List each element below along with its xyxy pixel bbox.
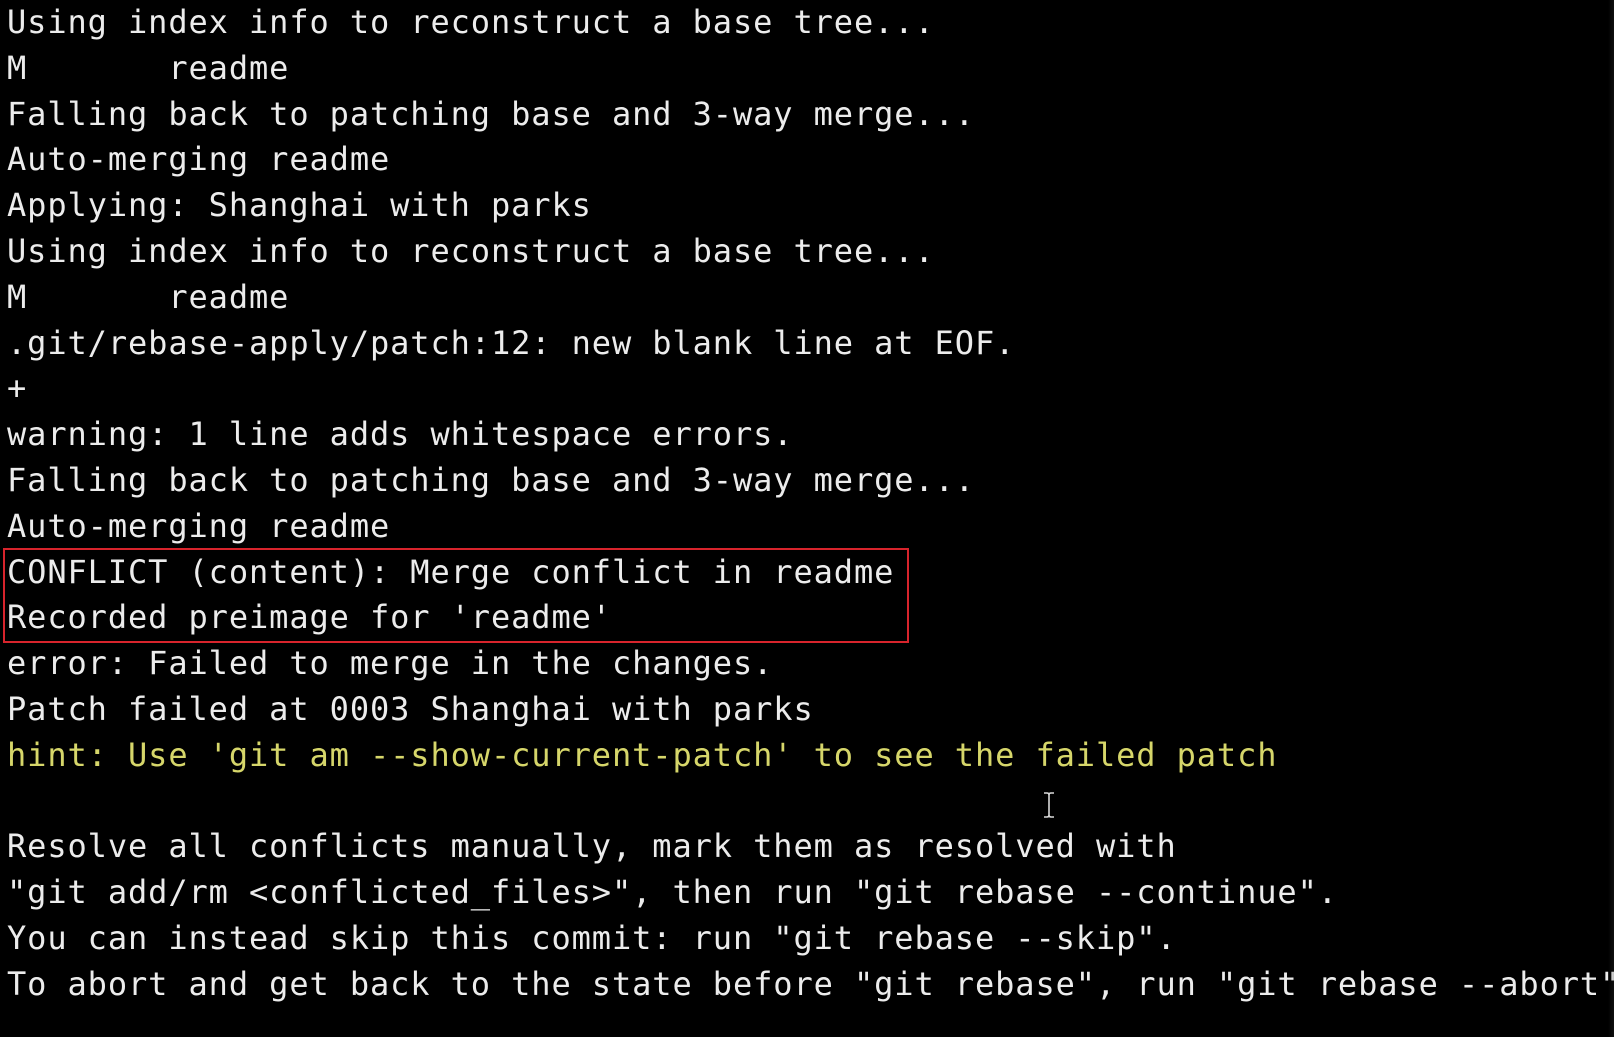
terminal-line: Using index info to reconstruct a base t…: [7, 231, 935, 270]
terminal-line: Applying: Shanghai with parks: [7, 186, 592, 225]
terminal-output: Using index info to reconstruct a base t…: [7, 0, 1614, 1008]
terminal-line: You can instead skip this commit: run "g…: [7, 918, 1177, 957]
terminal-line: Resolve all conflicts manually, mark the…: [7, 827, 1177, 866]
terminal-line: Using index info to reconstruct a base t…: [7, 3, 935, 41]
terminal-line: M readme: [7, 277, 290, 316]
terminal-line: Auto-merging readme: [7, 506, 391, 545]
terminal-line: Falling back to patching base and 3-way …: [7, 460, 975, 499]
terminal-line: "git add/rm <conflicted_files>", then ru…: [7, 873, 1338, 912]
conflict-highlight-box: [3, 548, 909, 643]
i-beam-cursor-icon: [1044, 792, 1054, 818]
window-edge: [1608, 0, 1614, 1037]
terminal-line: warning: 1 line adds whitespace errors.: [7, 415, 794, 454]
terminal-line: +: [7, 369, 28, 408]
hint-line: hint: Use 'git am --show-current-patch' …: [7, 735, 1278, 774]
terminal-line: Auto-merging readme: [7, 140, 391, 179]
terminal-window[interactable]: Using index info to reconstruct a base t…: [0, 0, 1614, 1037]
terminal-line: Falling back to patching base and 3-way …: [7, 94, 975, 133]
error-line: error: Failed to merge in the changes.: [7, 644, 774, 683]
terminal-line: Patch failed at 0003 Shanghai with parks: [7, 689, 814, 728]
terminal-line: .git/rebase-apply/patch:12: new blank li…: [7, 323, 1016, 362]
terminal-line: M readme: [7, 48, 290, 87]
terminal-line: To abort and get back to the state befor…: [7, 964, 1614, 1003]
